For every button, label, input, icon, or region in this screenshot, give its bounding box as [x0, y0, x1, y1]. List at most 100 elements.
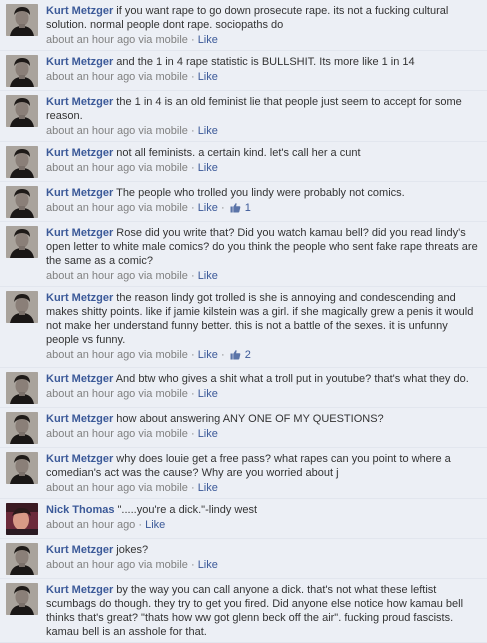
like-button[interactable]: Like [198, 349, 218, 361]
timestamp[interactable]: about an hour ago via mobile [46, 559, 188, 571]
author-link[interactable]: Kurt Metzger [46, 96, 113, 108]
comment-content: Kurt Metzger if you want rape to go down… [46, 4, 481, 47]
comment-content: Kurt Metzger and the 1 in 4 rape statist… [46, 55, 481, 84]
comment-feed: Kurt Metzger if you want rape to go down… [0, 0, 487, 643]
like-count[interactable]: 1 [245, 202, 251, 214]
comment-meta: about an hour ago via mobile · Like [46, 427, 481, 441]
like-button[interactable]: Like [198, 482, 218, 494]
comment: Kurt Metzger the 1 in 4 is an old femini… [0, 91, 487, 142]
comment-text: ".....you're a dick."-lindy west [117, 504, 258, 516]
like-button[interactable]: Like [145, 519, 165, 531]
separator: · [190, 34, 198, 46]
comment-text: And btw who gives a shit what a troll pu… [115, 373, 469, 385]
timestamp[interactable]: about an hour ago via mobile [46, 202, 188, 214]
like-count[interactable]: 2 [245, 349, 251, 361]
comment-content: Kurt Metzger Rose did you write that? Di… [46, 226, 481, 283]
separator: · [190, 428, 198, 440]
avatar-kurt-metzger[interactable] [6, 55, 38, 87]
separator: · [220, 349, 228, 361]
comment-meta: about an hour ago via mobile · Like [46, 33, 481, 47]
comment: Kurt Metzger by the way you can call any… [0, 579, 487, 643]
separator: · [190, 559, 198, 571]
comment-meta: about an hour ago via mobile · Like [46, 269, 481, 283]
comment-meta: about an hour ago via mobile · Like [46, 481, 481, 495]
comment-meta: about an hour ago via mobile · Like · 2 [46, 348, 481, 364]
avatar-kurt-metzger[interactable] [6, 452, 38, 484]
comment: Kurt Metzger the reason lindy got trolle… [0, 287, 487, 368]
comment: Kurt Metzger Rose did you write that? Di… [0, 222, 487, 287]
timestamp[interactable]: about an hour ago via mobile [46, 482, 188, 494]
like-button[interactable]: Like [198, 162, 218, 174]
avatar-kurt-metzger[interactable] [6, 186, 38, 218]
avatar-kurt-metzger[interactable] [6, 372, 38, 404]
author-link[interactable]: Kurt Metzger [46, 5, 113, 17]
comment-content: Nick Thomas ".....you're a dick."-lindy … [46, 503, 481, 532]
comment-content: Kurt Metzger jokes? about an hour ago vi… [46, 543, 481, 572]
avatar-kurt-metzger[interactable] [6, 226, 38, 258]
author-link[interactable]: Kurt Metzger [46, 584, 113, 596]
comment: Kurt Metzger why does louie get a free p… [0, 448, 487, 499]
timestamp[interactable]: about an hour ago via mobile [46, 125, 188, 137]
author-link[interactable]: Kurt Metzger [46, 187, 113, 199]
like-count-wrap[interactable]: · 1 [221, 202, 251, 214]
comment-content: Kurt Metzger not all feminists. a certai… [46, 146, 481, 175]
like-count-wrap[interactable]: · 2 [221, 349, 251, 361]
like-button[interactable]: Like [198, 559, 218, 571]
timestamp[interactable]: about an hour ago via mobile [46, 428, 188, 440]
avatar-kurt-metzger[interactable] [6, 146, 38, 178]
comment-content: Kurt Metzger why does louie get a free p… [46, 452, 481, 495]
comment-text: not all feminists. a certain kind. let's… [116, 147, 361, 159]
author-link[interactable]: Kurt Metzger [46, 292, 113, 304]
comment-text: jokes? [116, 544, 149, 556]
comment: Kurt Metzger jokes? about an hour ago vi… [0, 539, 487, 579]
timestamp[interactable]: about an hour ago [46, 519, 135, 531]
comment-meta: about an hour ago via mobile · Like [46, 387, 481, 401]
comment-meta: about an hour ago via mobile · Like [46, 161, 481, 175]
author-link[interactable]: Kurt Metzger [46, 544, 113, 556]
author-link[interactable]: Kurt Metzger [46, 56, 113, 68]
comment-meta: about an hour ago via mobile · Like [46, 70, 481, 84]
like-button[interactable]: Like [198, 71, 218, 83]
comment: Nick Thomas ".....you're a dick."-lindy … [0, 499, 487, 539]
avatar-kurt-metzger[interactable] [6, 4, 38, 36]
author-link[interactable]: Kurt Metzger [46, 453, 113, 465]
author-link[interactable]: Nick Thomas [46, 504, 114, 516]
avatar-nick-thomas[interactable] [6, 503, 38, 535]
like-button[interactable]: Like [198, 270, 218, 282]
author-link[interactable]: Kurt Metzger [46, 413, 113, 425]
comment-content: Kurt Metzger by the way you can call any… [46, 583, 481, 639]
separator: · [190, 388, 198, 400]
like-button[interactable]: Like [198, 125, 218, 137]
timestamp[interactable]: about an hour ago via mobile [46, 34, 188, 46]
comment-content: Kurt Metzger how about answering ANY ONE… [46, 412, 481, 441]
separator: · [190, 349, 198, 361]
comment: Kurt Metzger And btw who gives a shit wh… [0, 368, 487, 408]
timestamp[interactable]: about an hour ago via mobile [46, 388, 188, 400]
author-link[interactable]: Kurt Metzger [46, 227, 113, 239]
like-button[interactable]: Like [198, 428, 218, 440]
author-link[interactable]: Kurt Metzger [46, 147, 113, 159]
avatar-kurt-metzger[interactable] [6, 583, 38, 615]
timestamp[interactable]: about an hour ago via mobile [46, 270, 188, 282]
like-button[interactable]: Like [198, 202, 218, 214]
comment-text: how about answering ANY ONE OF MY QUESTI… [116, 413, 384, 425]
comment: Kurt Metzger not all feminists. a certai… [0, 142, 487, 182]
comment-text: The people who trolled you lindy were pr… [116, 187, 405, 199]
avatar-kurt-metzger[interactable] [6, 95, 38, 127]
separator: · [190, 162, 198, 174]
comment-content: Kurt Metzger And btw who gives a shit wh… [46, 372, 481, 401]
comment-content: Kurt Metzger the 1 in 4 is an old femini… [46, 95, 481, 138]
timestamp[interactable]: about an hour ago via mobile [46, 162, 188, 174]
comment: Kurt Metzger how about answering ANY ONE… [0, 408, 487, 448]
avatar-kurt-metzger[interactable] [6, 412, 38, 444]
author-link[interactable]: Kurt Metzger [46, 373, 113, 385]
like-button[interactable]: Like [198, 34, 218, 46]
timestamp[interactable]: about an hour ago via mobile [46, 349, 188, 361]
thumbs-up-icon [230, 202, 241, 217]
comment: Kurt Metzger if you want rape to go down… [0, 0, 487, 51]
avatar-kurt-metzger[interactable] [6, 291, 38, 323]
like-button[interactable]: Like [198, 388, 218, 400]
avatar-kurt-metzger[interactable] [6, 543, 38, 575]
timestamp[interactable]: about an hour ago via mobile [46, 71, 188, 83]
separator: · [220, 202, 228, 214]
